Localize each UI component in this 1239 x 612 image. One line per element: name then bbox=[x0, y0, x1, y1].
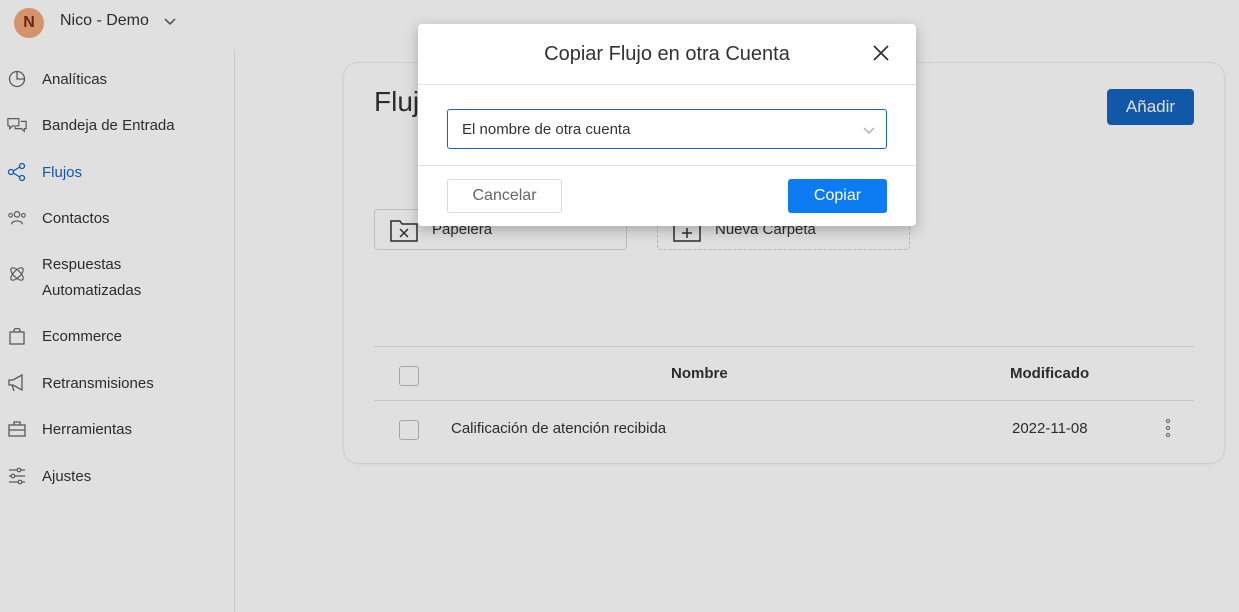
dialog-title: Copiar Flujo en otra Cuenta bbox=[544, 43, 790, 65]
account-select-value: El nombre de otra cuenta bbox=[462, 121, 631, 138]
account-select[interactable]: El nombre de otra cuenta bbox=[447, 109, 887, 149]
copy-button[interactable]: Copiar bbox=[788, 179, 887, 213]
dialog-divider bbox=[418, 165, 916, 166]
cancel-button[interactable]: Cancelar bbox=[447, 179, 562, 213]
chevron-down-icon bbox=[863, 127, 875, 134]
copy-flow-dialog: Copiar Flujo en otra Cuenta El nombre de… bbox=[418, 24, 916, 226]
close-icon[interactable] bbox=[870, 42, 892, 64]
dialog-divider bbox=[418, 84, 916, 85]
